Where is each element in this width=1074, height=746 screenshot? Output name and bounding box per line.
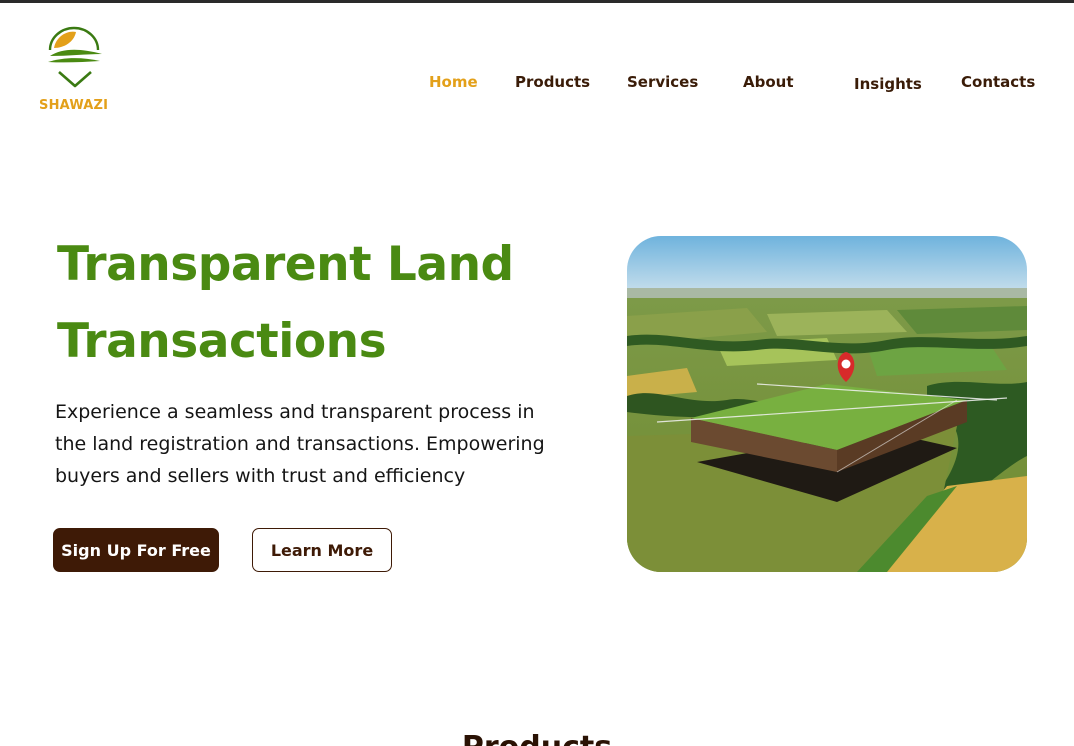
nav-item-contacts[interactable]: Contacts (961, 73, 1035, 91)
nav-item-products[interactable]: Products (515, 73, 590, 91)
top-border (0, 0, 1074, 3)
brand-name: SHAWAZI (39, 98, 109, 113)
hero-image (627, 236, 1027, 572)
hero-title-line-1: Transparent Land (57, 237, 514, 292)
sign-up-button[interactable]: Sign Up For Free (53, 528, 219, 572)
landing-page: SHAWAZI Home Products Services About Ins… (0, 0, 1074, 746)
nav-item-services[interactable]: Services (627, 73, 698, 91)
nav-item-insights[interactable]: Insights (854, 75, 922, 93)
hero-title-line-2: Transactions (57, 314, 387, 369)
nav-item-about[interactable]: About (743, 73, 794, 91)
sun-hills-check-icon (48, 26, 102, 88)
land-plot-location-pin-illustration (627, 236, 1027, 572)
products-section-title: Products (0, 730, 1074, 746)
brand-logo[interactable]: SHAWAZI (36, 26, 114, 118)
hero-description: Experience a seamless and transparent pr… (55, 401, 545, 487)
nav-item-home[interactable]: Home (429, 73, 478, 91)
learn-more-button[interactable]: Learn More (252, 528, 392, 572)
hero-title: Transparent Land Transactions (57, 226, 577, 380)
